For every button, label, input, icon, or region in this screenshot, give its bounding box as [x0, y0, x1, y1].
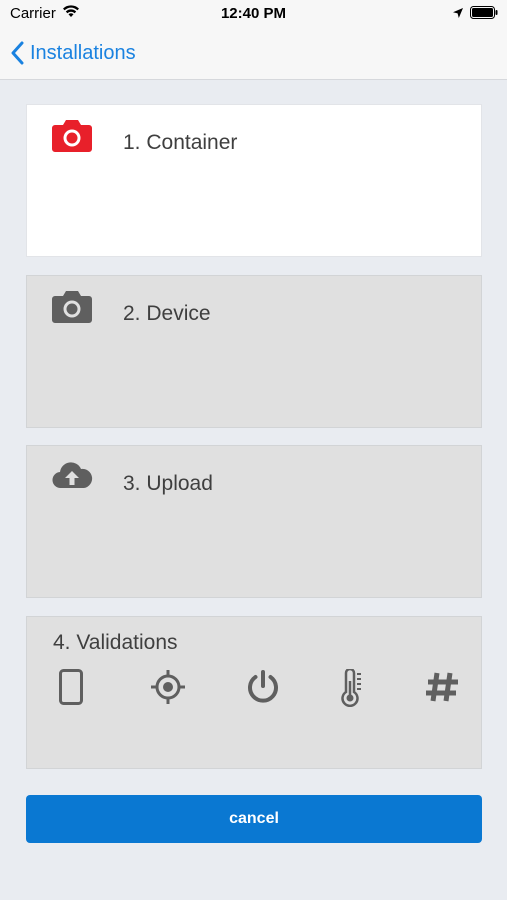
validation-icons-row: [51, 667, 471, 712]
location-arrow-icon: [452, 6, 464, 23]
cloud-upload-icon: [51, 458, 93, 497]
navigation-bar: Installations: [0, 28, 507, 80]
back-label: Installations: [30, 41, 136, 64]
back-button[interactable]: Installations: [10, 38, 136, 68]
mobile-phone-icon: [59, 669, 83, 710]
chevron-left-icon: [11, 41, 24, 65]
clock: 12:40 PM: [220, 5, 287, 22]
battery-icon: [470, 6, 498, 23]
power-icon: [245, 669, 281, 710]
top-bar: Carrier 12:40 PM Installations: [0, 0, 507, 80]
step-label: 4. Validations: [53, 631, 178, 654]
crosshair-icon: [150, 669, 186, 710]
hashtag-icon: [423, 669, 461, 710]
step-label: 3. Upload: [123, 472, 213, 495]
step-upload-card[interactable]: 3. Upload: [26, 445, 482, 598]
cancel-button[interactable]: cancel: [26, 795, 482, 843]
step-label: 2. Device: [123, 302, 211, 325]
thermometer-icon: [337, 667, 367, 712]
step-device-card[interactable]: 2. Device: [26, 275, 482, 428]
camera-icon: [51, 117, 93, 158]
status-bar: Carrier 12:40 PM: [0, 0, 507, 28]
step-validations-card[interactable]: 4. Validations: [26, 616, 482, 769]
camera-icon: [51, 288, 93, 329]
step-container-card[interactable]: 1. Container: [26, 104, 482, 257]
step-label: 1. Container: [123, 131, 238, 154]
